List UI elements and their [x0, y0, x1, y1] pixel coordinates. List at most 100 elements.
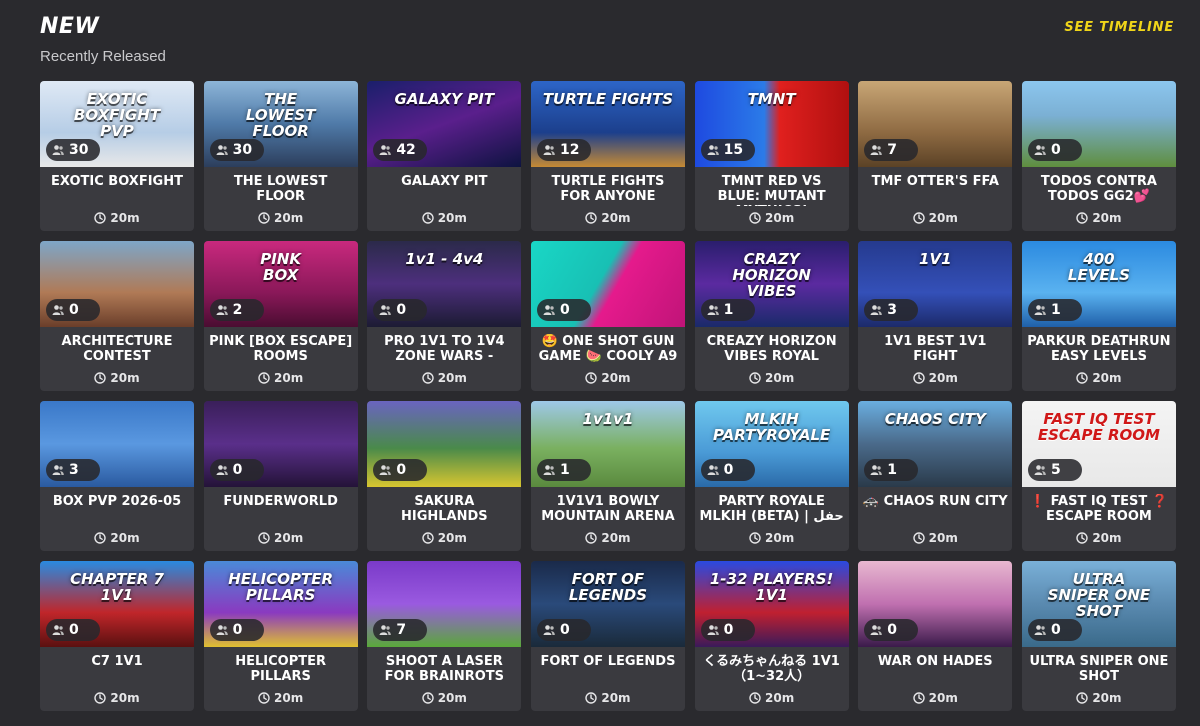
player-count-badge: 0 [46, 619, 100, 641]
island-card[interactable]: MLKIH PARTYROYALE 0 PARTY ROYALE MLKIH (BE… [694, 401, 849, 551]
island-card[interactable]: 0 SAKURA HIGHLANDS 20m [367, 401, 522, 551]
island-thumbnail: 0 [1021, 81, 1176, 167]
person-icon [52, 624, 64, 636]
island-name: FUNDERWORLD [223, 494, 338, 509]
clock-icon [1076, 212, 1089, 224]
player-count-badge: 7 [864, 139, 919, 161]
island-thumbnail: HELICOPTER PILLARS 0 [203, 561, 358, 647]
person-icon [52, 464, 64, 476]
duration-label: 20m [1092, 691, 1122, 705]
duration-label: 20m [274, 371, 304, 385]
duration: 20m [531, 531, 685, 545]
player-count-badge: 0 [373, 459, 428, 481]
person-icon [543, 624, 555, 636]
person-icon [543, 144, 555, 156]
player-count: 1 [1050, 302, 1061, 318]
duration-label: 20m [765, 691, 795, 705]
section-subtitle: Recently Released [40, 48, 166, 65]
island-name: TURTLE FIGHTS FOR ANYONE [551, 174, 665, 204]
player-count: 1 [887, 462, 898, 478]
island-card[interactable]: 1v1 - 4v4 0 PRO 1V1 TO 1V4 ZONE WARS - 20m [367, 241, 522, 391]
island-card[interactable]: 0 🤩 ONE SHOT GUN GAME 🍉 COOLY A9 20m [530, 241, 685, 391]
island-card[interactable]: TMNT 15 TMNT RED VS BLUE: MUTANT MYTHICS! 2… [694, 81, 849, 231]
island-card[interactable]: EXOTIC BOXFIGHT PVP 30 EXOTIC BOXFIGHT 20m [40, 81, 194, 231]
person-icon [870, 624, 883, 636]
island-card[interactable]: ULTRA SNIPER ONE SHOT 0 ULTRA SNIPER ONE S… [1021, 561, 1176, 711]
player-count: 0 [69, 622, 79, 638]
duration: 20m [1022, 371, 1176, 385]
island-card[interactable]: 400 LEVELS 1 PARKUR DEATHRUN EASY LEVELS 20… [1021, 241, 1176, 391]
player-count-badge: 3 [864, 299, 919, 321]
clock-icon [912, 692, 925, 704]
island-name: 1V1V1 BOWLY MOUNTAIN ARENA [541, 494, 675, 524]
island-name: PARKUR DEATHRUN EASY LEVELS [1027, 334, 1171, 364]
thumbnail-title-art: 1v1v1 [582, 410, 634, 428]
island-thumbnail: TMNT 15 [694, 81, 849, 167]
island-card[interactable]: GALAXY PIT 42 GALAXY PIT 20m [367, 81, 522, 231]
island-thumbnail: 1v1v1 1 [530, 401, 685, 487]
clock-icon [258, 372, 270, 384]
duration-label: 20m [437, 211, 467, 225]
island-card[interactable]: CRAZY HORIZON VIBES 1 CREAZY HORIZON VIBES… [694, 241, 849, 391]
island-card[interactable]: 7 TMF OTTER'S FFA 20m [858, 81, 1013, 231]
player-count-badge: 0 [536, 299, 591, 321]
duration-label: 20m [274, 531, 304, 545]
island-card[interactable]: PINK BOX 2 PINK [BOX ESCAPE] ROOMS 20m [203, 241, 358, 391]
island-name: CREAZY HORIZON VIBES ROYAL [706, 334, 837, 364]
island-card[interactable]: 1v1v1 1 1V1V1 BOWLY MOUNTAIN ARENA 20m [530, 401, 685, 551]
island-name: SAKURA HIGHLANDS [400, 494, 488, 524]
island-card[interactable]: FAST IQ TEST ESCAPE ROOM 5 ❗ FAST IQ TEST … [1021, 401, 1176, 551]
player-count: 1 [559, 462, 570, 478]
clock-icon [585, 532, 598, 544]
player-count: 0 [232, 622, 243, 638]
person-icon [870, 144, 883, 156]
island-card[interactable]: THE LOWEST FLOOR 30 THE LOWEST FLOOR 20m [203, 81, 358, 231]
player-count-badge: 7 [373, 619, 428, 641]
island-card[interactable]: 0 WAR ON HADES 20m [858, 561, 1013, 711]
person-icon [52, 304, 64, 316]
person-icon [216, 144, 228, 156]
island-thumbnail: TURTLE FIGHTS 12 [530, 81, 685, 167]
island-card[interactable]: CHAOS CITY 1 🚓 CHAOS RUN CITY 20m [858, 401, 1013, 551]
island-card[interactable]: CHAPTER 7 1V1 0 C7 1V1 20m [40, 561, 194, 711]
see-timeline-link[interactable]: SEE TIMELINE [1064, 20, 1174, 35]
duration-label: 20m [437, 691, 467, 705]
player-count: 30 [232, 142, 253, 158]
duration-label: 20m [1092, 371, 1122, 385]
thumbnail-title-art: 1v1 - 4v4 [405, 250, 484, 268]
duration: 20m [695, 211, 849, 225]
player-count: 7 [396, 622, 407, 638]
island-thumbnail: 0 [203, 401, 358, 487]
clock-icon [94, 372, 107, 384]
island-card[interactable]: 0 TODOS CONTRA TODOS GG2💕 20m [1021, 81, 1176, 231]
island-card[interactable]: 3 BOX PVP 2026-05 20m [40, 401, 194, 551]
player-count-badge: 1 [700, 299, 755, 321]
duration-label: 20m [765, 371, 795, 385]
player-count-badge: 0 [700, 459, 755, 481]
thumbnail-title-art: CRAZY HORIZON VIBES [732, 250, 811, 300]
island-name: TMNT RED VS BLUE: MUTANT MYTHICS! [717, 174, 826, 206]
island-card[interactable]: 7 SHOOT A LASER FOR BRAINROTS 20m [367, 561, 522, 711]
island-name: C7 1V1 [91, 654, 143, 669]
island-card[interactable]: HELICOPTER PILLARS 0 HELICOPTER PILLARS 20m [203, 561, 358, 711]
island-name: EXOTIC BOXFIGHT [51, 174, 183, 189]
island-card[interactable]: 1V1 3 1V1 BEST 1V1 FIGHT 20m [858, 241, 1013, 391]
island-name: WAR ON HADES [877, 654, 993, 669]
island-card[interactable]: FORT OF LEGENDS 0 FORT OF LEGENDS 20m [530, 561, 685, 711]
player-count-badge: 5 [1027, 459, 1082, 481]
player-count: 3 [69, 462, 79, 478]
player-count-badge: 1 [864, 459, 919, 481]
island-thumbnail: 400 LEVELS 1 [1021, 241, 1176, 327]
clock-icon [422, 212, 434, 224]
clock-icon [422, 532, 434, 544]
island-card[interactable]: TURTLE FIGHTS 12 TURTLE FIGHTS FOR ANYONE 2… [530, 81, 685, 231]
duration: 20m [695, 371, 849, 385]
island-card[interactable]: 0 ARCHITECTURE CONTEST 20m [40, 241, 194, 391]
person-icon [707, 624, 719, 636]
island-card[interactable]: 1-32 PLAYERS! 1V1 0 くるみちゃんねる 1V1（1~32人） 20m [694, 561, 849, 711]
island-card[interactable]: 0 FUNDERWORLD 20m [203, 401, 358, 551]
island-thumbnail: 0 [367, 401, 522, 487]
player-count-badge: 30 [46, 139, 100, 161]
island-name: ULTRA SNIPER ONE SHOT [1029, 654, 1169, 684]
clock-icon [422, 692, 434, 704]
